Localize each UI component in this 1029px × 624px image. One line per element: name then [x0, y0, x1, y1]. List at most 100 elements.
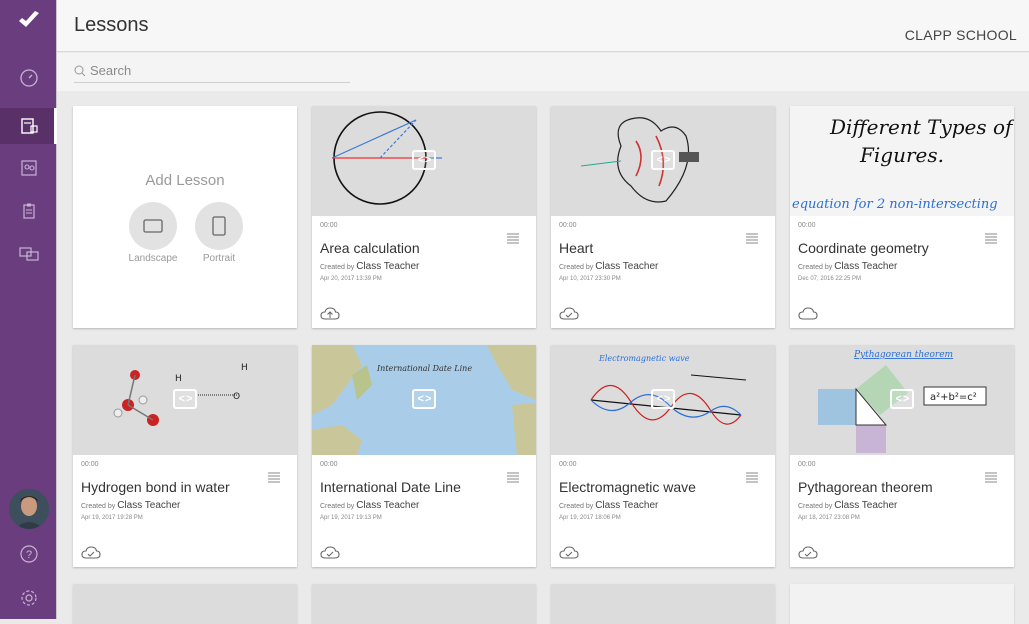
created-by-label: Created by — [559, 264, 594, 271]
thumb-text-line2: Figures. — [859, 143, 944, 167]
lesson-title[interactable]: Hydrogen bond in water — [81, 479, 230, 495]
svg-text:H: H — [175, 374, 182, 384]
sidebar-item-messages[interactable] — [0, 236, 57, 272]
list-menu-icon[interactable] — [507, 471, 519, 483]
list-menu-icon[interactable] — [268, 471, 280, 483]
thumb-text-line1: Different Types of — [829, 115, 1014, 139]
lesson-author: Created by Class Teacher — [320, 261, 419, 272]
svg-text:O: O — [233, 392, 240, 402]
add-lesson-card: Add Lesson Landscape Portrait — [73, 106, 297, 328]
author-name: Class Teacher — [356, 261, 420, 272]
app-logo[interactable] — [0, 0, 57, 40]
lesson-card-pythagorean-theorem[interactable]: Pythagorean theorem a²+b²=c² < > 00:00 P… — [790, 345, 1014, 567]
chat-icon — [18, 247, 39, 261]
cloud-upload-icon[interactable] — [320, 307, 340, 321]
lesson-card-coordinate-geometry[interactable]: Different Types of Figures. equation for… — [790, 106, 1014, 328]
search-input[interactable] — [90, 63, 340, 78]
thumb-map-label: International Date Line — [376, 364, 472, 373]
lesson-card-partial[interactable] — [790, 584, 1014, 624]
lesson-thumbnail[interactable]: Pythagorean theorem a²+b²=c² < > — [790, 345, 1014, 455]
avatar[interactable] — [9, 489, 49, 529]
cloud-check-icon[interactable] — [559, 546, 579, 560]
lesson-thumbnail[interactable]: International Date Line < > — [312, 345, 536, 455]
lesson-thumbnail[interactable]: H H O < > — [73, 345, 297, 455]
sidebar-item-dashboard[interactable] — [0, 60, 57, 96]
svg-text:?: ? — [25, 549, 31, 561]
search-field — [74, 59, 350, 83]
clipboard-icon — [22, 203, 35, 219]
cloud-icon[interactable] — [798, 307, 818, 321]
list-menu-icon[interactable] — [985, 471, 997, 483]
list-menu-icon[interactable] — [507, 232, 519, 244]
gauge-icon — [19, 69, 38, 87]
lesson-thumbnail[interactable]: Electromagnetic wave < > — [551, 345, 775, 455]
embed-icon[interactable]: < > — [651, 150, 675, 170]
lesson-thumbnail[interactable]: < > — [312, 106, 536, 216]
search-bar — [57, 53, 1029, 91]
cloud-check-icon[interactable] — [559, 307, 579, 321]
lesson-title[interactable]: Area calculation — [320, 240, 420, 256]
cloud-check-icon[interactable] — [81, 546, 101, 560]
search-icon — [74, 65, 86, 76]
portrait-icon — [212, 216, 226, 236]
cloud-check-icon[interactable] — [320, 546, 340, 560]
lesson-card-partial[interactable] — [312, 584, 536, 624]
created-by-label: Created by — [320, 264, 355, 271]
header: Lessons CLAPP SCHOOL — [57, 0, 1029, 52]
embed-icon[interactable]: < > — [890, 389, 914, 409]
created-by-label: Created by — [798, 264, 833, 271]
page-title: Lessons — [74, 14, 149, 36]
checkmark-logo-icon — [18, 11, 39, 27]
sidebar-item-lessons[interactable] — [0, 108, 57, 144]
thumb-equation: a²+b²=c² — [930, 392, 977, 403]
sidebar-item-assignments[interactable] — [0, 193, 57, 229]
lesson-title[interactable]: Electromagnetic wave — [559, 479, 696, 495]
lesson-card-partial[interactable] — [73, 584, 297, 624]
settings-button[interactable] — [0, 580, 57, 616]
lesson-card-partial[interactable] — [551, 584, 775, 624]
people-icon — [20, 160, 37, 176]
author-name: Class Teacher — [834, 261, 898, 272]
lesson-title[interactable]: International Date Line — [320, 479, 461, 495]
lesson-title[interactable]: Heart — [559, 240, 593, 256]
portrait-button[interactable] — [195, 202, 243, 250]
lesson-title[interactable]: Pythagorean theorem — [798, 479, 933, 495]
lesson-duration: 00:00 — [559, 222, 577, 229]
embed-icon[interactable]: < > — [412, 389, 436, 409]
lesson-thumbnail[interactable]: Different Types of Figures. equation for… — [790, 106, 1014, 216]
lesson-author: Created by Class Teacher — [320, 500, 419, 511]
landscape-button[interactable] — [129, 202, 177, 250]
list-menu-icon[interactable] — [746, 471, 758, 483]
author-name: Class Teacher — [595, 261, 659, 272]
handwriting-thumbnail: Different Types of Figures. equation for… — [792, 115, 1014, 212]
lesson-date: Apr 18, 2017 23:08 PM — [798, 515, 860, 521]
lesson-date: Apr 20, 2017 13:39 PM — [320, 276, 382, 282]
lesson-title[interactable]: Coordinate geometry — [798, 240, 929, 256]
lesson-duration: 00:00 — [559, 461, 577, 468]
lesson-card-area-calculation[interactable]: < > 00:00 Area calculation Created by Cl… — [312, 106, 536, 328]
embed-icon[interactable]: < > — [173, 389, 197, 409]
add-lesson-title: Add Lesson — [145, 172, 225, 189]
embed-icon[interactable]: < > — [412, 150, 436, 170]
thumb-wave-label: Electromagnetic wave — [598, 354, 690, 363]
landscape-label: Landscape — [128, 253, 178, 264]
lesson-duration: 00:00 — [81, 461, 99, 468]
user-photo-icon — [9, 489, 49, 529]
lesson-thumbnail[interactable]: < > — [551, 106, 775, 216]
portrait-label: Portrait — [202, 253, 236, 264]
landscape-icon — [143, 219, 163, 233]
created-by-label: Created by — [81, 503, 116, 510]
lesson-card-electromagnetic-wave[interactable]: Electromagnetic wave < > 00:00 Electroma… — [551, 345, 775, 567]
lesson-card-hydrogen-bond[interactable]: H H O < > 00:00 Hydrogen bond in water C… — [73, 345, 297, 567]
lesson-duration: 00:00 — [798, 461, 816, 468]
cloud-check-icon[interactable] — [798, 546, 818, 560]
help-button[interactable]: ? — [0, 536, 57, 572]
list-menu-icon[interactable] — [746, 232, 758, 244]
list-menu-icon[interactable] — [985, 232, 997, 244]
lesson-card-heart[interactable]: < > 00:00 Heart Created by Class Teacher… — [551, 106, 775, 328]
school-name[interactable]: CLAPP SCHOOL — [905, 27, 1017, 43]
lesson-card-international-date-line[interactable]: International Date Line < > 00:00 Intern… — [312, 345, 536, 567]
embed-icon[interactable]: < > — [651, 389, 675, 409]
lesson-author: Created by Class Teacher — [798, 261, 897, 272]
sidebar-item-classes[interactable] — [0, 150, 57, 186]
